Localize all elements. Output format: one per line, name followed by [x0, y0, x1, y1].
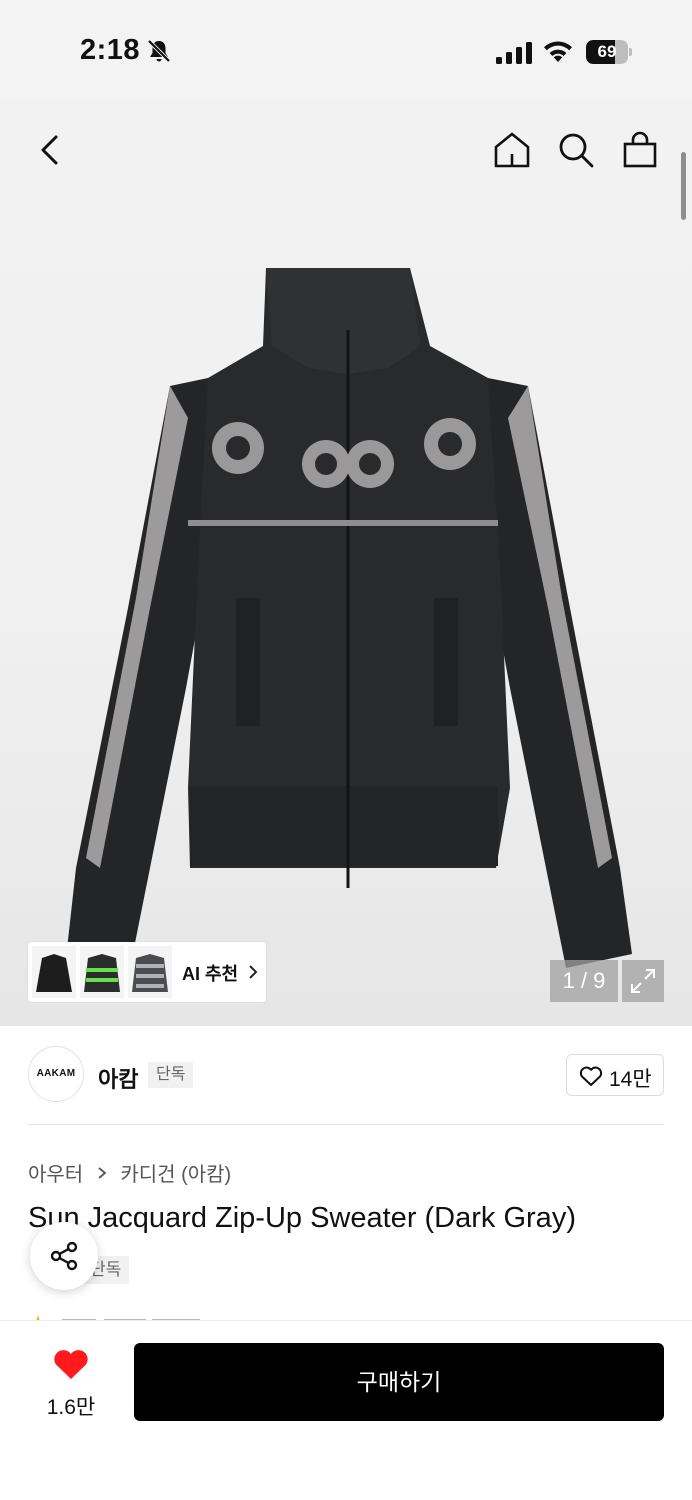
chevron-right-icon	[249, 965, 258, 979]
ai-thumb-3[interactable]	[128, 946, 172, 998]
chevron-right-icon	[98, 1166, 107, 1179]
share-icon	[50, 1241, 78, 1271]
breadcrumb-subcategory[interactable]: 카디건 (아캄)	[120, 1158, 231, 1187]
breadcrumb: 아우터 카디건 (아캄)	[28, 1158, 231, 1187]
share-button[interactable]	[30, 1222, 98, 1290]
heart-outline-icon	[579, 1066, 603, 1086]
search-icon[interactable]	[556, 130, 596, 170]
back-arrow-icon[interactable]	[34, 130, 68, 170]
divider	[28, 1124, 664, 1125]
ai-thumb-1[interactable]	[32, 946, 76, 998]
ai-recommend-label[interactable]: AI 추천	[182, 960, 238, 986]
product-image[interactable]	[58, 268, 638, 976]
battery-icon: 69	[586, 40, 632, 64]
bottom-action-bar: 1.6만 구매하기	[0, 1320, 692, 1500]
product-title: Sun Jacquard Zip-Up Sweater (Dark Gray)	[28, 1202, 576, 1234]
bell-off-icon	[147, 39, 171, 63]
brand-like-count: 14만	[609, 1068, 652, 1091]
exclusive-tag: 단독	[148, 1062, 194, 1088]
wifi-icon	[544, 41, 572, 62]
battery-body: 69	[586, 40, 628, 64]
ai-thumb-2[interactable]	[80, 946, 124, 998]
expand-icon	[631, 969, 655, 993]
heart-filled-icon	[54, 1350, 88, 1379]
ai-recommend-strip[interactable]: AI 추천	[28, 942, 266, 1002]
battery-level: 69	[597, 42, 617, 61]
scrollbar[interactable]	[681, 152, 686, 220]
product-gallery[interactable]: AI 추천 1 / 9	[0, 100, 692, 1026]
expand-button[interactable]	[622, 960, 664, 1002]
status-time: 2:18	[80, 34, 141, 66]
battery-cap	[629, 48, 632, 56]
wish-button[interactable]: 1.6만	[40, 1347, 102, 1419]
image-counter: 1 / 9	[550, 960, 618, 1002]
brand-name[interactable]: 아캄	[98, 1062, 138, 1094]
wish-count: 1.6만	[46, 1396, 96, 1419]
brand-logo[interactable]: AAKAM	[28, 1046, 84, 1102]
brand-row: AAKAM 아캄 단독 14만	[0, 1026, 692, 1126]
signal-icon	[496, 42, 532, 64]
status-bar: 2:18 69	[0, 0, 692, 100]
home-icon[interactable]	[492, 130, 532, 170]
shopping-bag-icon[interactable]	[620, 130, 660, 170]
buy-button[interactable]: 구매하기	[134, 1343, 664, 1421]
breadcrumb-category[interactable]: 아우터	[28, 1158, 83, 1187]
brand-like-button[interactable]: 14만	[566, 1054, 664, 1096]
